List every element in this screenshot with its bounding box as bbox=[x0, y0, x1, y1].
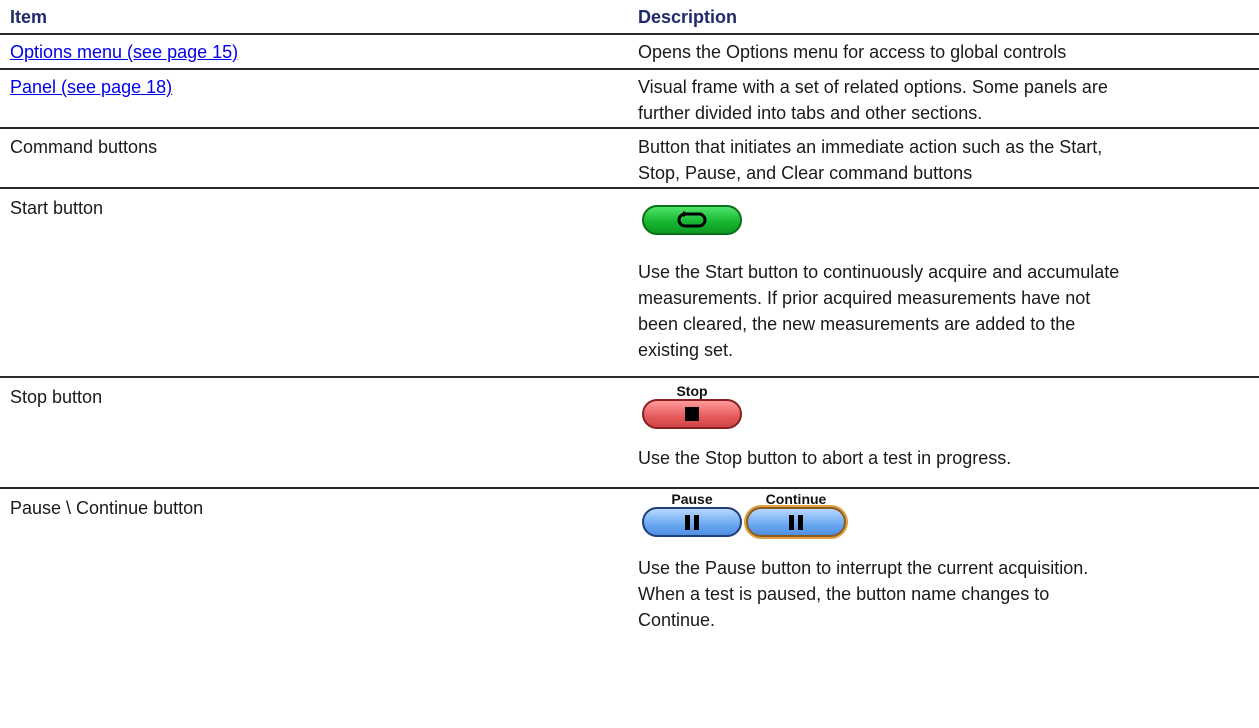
table-row: Options menu (see page 15) Opens the Opt… bbox=[0, 35, 1259, 70]
table-row: Start button Use the Start button to con… bbox=[0, 189, 1259, 378]
stop-button-label: Stop button bbox=[10, 387, 103, 407]
start-button-image bbox=[642, 205, 742, 235]
header-description: Description bbox=[638, 7, 738, 27]
command-buttons-label: Command buttons bbox=[10, 137, 158, 157]
refresh-loop-icon bbox=[677, 211, 707, 228]
table-row: Command buttons Button that initiates an… bbox=[0, 129, 1259, 189]
continue-caption: Continue bbox=[765, 491, 827, 507]
command-buttons-description-line1: Button that initiates an immediate actio… bbox=[638, 137, 1103, 157]
pause-bars-icon bbox=[789, 514, 803, 530]
continue-button-image: Continue bbox=[746, 491, 846, 537]
stop-button-description: Use the Stop button to abort a test in p… bbox=[638, 448, 1012, 468]
pause-caption: Pause bbox=[671, 491, 713, 507]
start-button-label: Start button bbox=[10, 198, 104, 218]
command-reference-table: Item Description Options menu (see page … bbox=[0, 0, 1259, 728]
table-header-row: Item Description bbox=[0, 0, 1259, 35]
pause-bars-icon bbox=[685, 514, 699, 530]
start-button-description: Use the Start button to continuously acq… bbox=[638, 262, 1120, 360]
pause-continue-button-description: Use the Pause button to interrupt the cu… bbox=[638, 558, 1089, 630]
pause-continue-button-label: Pause \ Continue button bbox=[10, 498, 204, 518]
stop-square-icon bbox=[685, 407, 699, 421]
command-buttons-description-line2: Stop, Pause, and Clear command buttons bbox=[638, 163, 973, 183]
options-menu-link[interactable]: Options menu (see page 15) bbox=[10, 42, 238, 62]
panel-description-line1: Visual frame with a set of related optio… bbox=[638, 77, 1108, 97]
options-menu-description: Opens the Options menu for access to glo… bbox=[638, 42, 1067, 62]
stop-caption: Stop bbox=[676, 383, 708, 399]
header-item: Item bbox=[10, 7, 48, 27]
panel-link[interactable]: Panel (see page 18) bbox=[10, 77, 172, 97]
table-row: Pause \ Continue button Pause Continue U… bbox=[0, 489, 1259, 728]
panel-description-line2: further divided into tabs and other sect… bbox=[638, 103, 983, 123]
table-row: Panel (see page 18) Visual frame with a … bbox=[0, 70, 1259, 129]
table-row: Stop button Stop Use the Stop button to … bbox=[0, 378, 1259, 489]
pause-button-image: Pause bbox=[642, 491, 742, 537]
stop-button-image: Stop bbox=[642, 383, 742, 429]
